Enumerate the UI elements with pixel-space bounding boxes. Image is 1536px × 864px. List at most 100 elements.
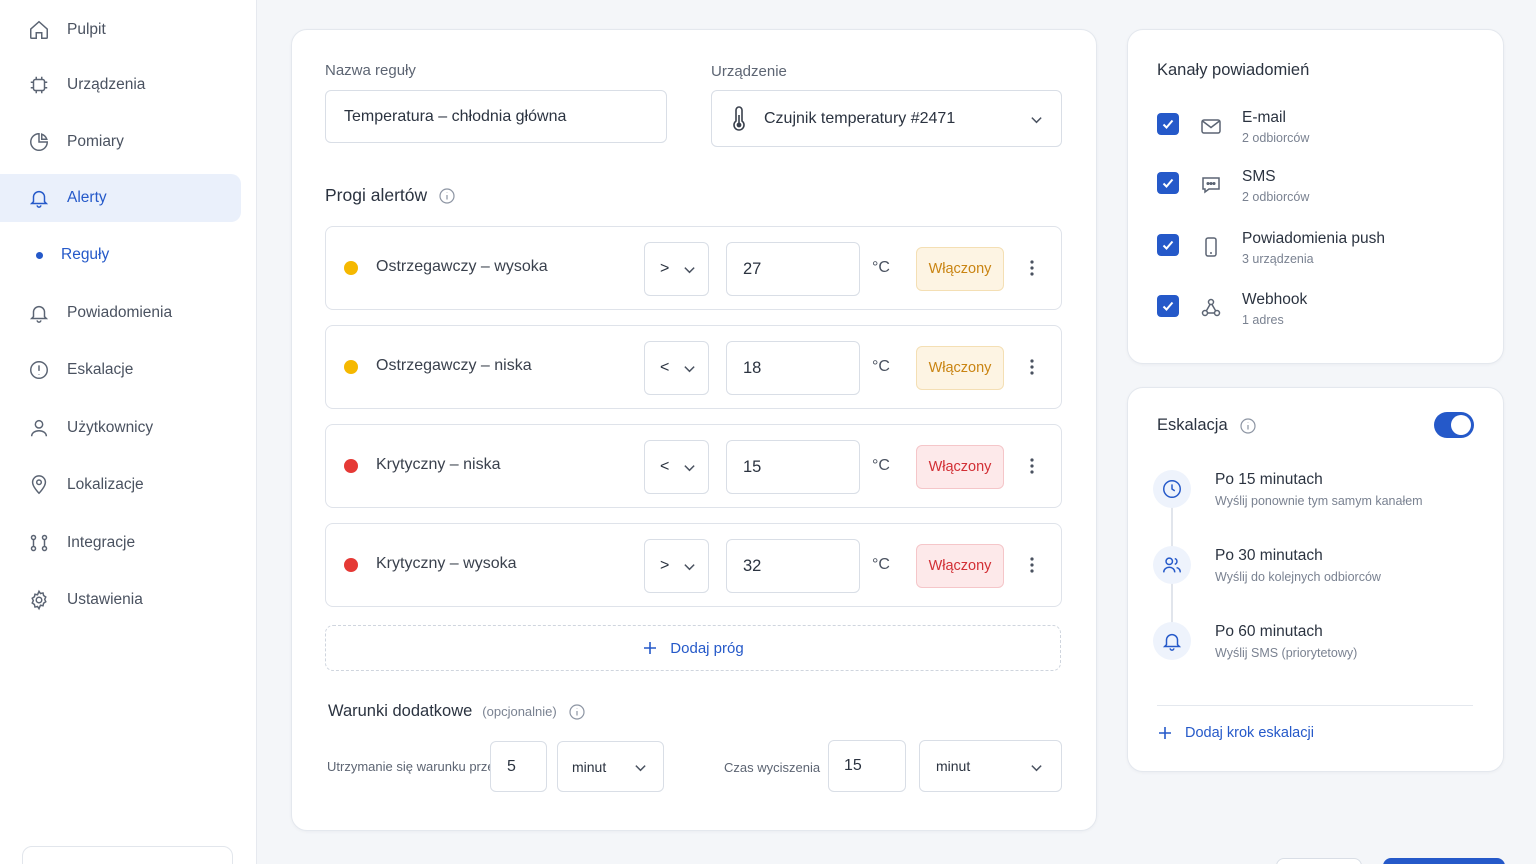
webhook-icon [1199, 296, 1223, 320]
channel-recipients: 3 urządzenia [1242, 252, 1314, 266]
sms-checkbox[interactable] [1157, 172, 1179, 194]
users-icon [1153, 546, 1191, 584]
hold-duration-label: Utrzymanie się warunku przez [327, 759, 502, 774]
threshold-value: 32 [743, 556, 762, 575]
device-select[interactable]: Czujnik temperatury #2471 [711, 90, 1062, 147]
sidebar-item-lokalizacje[interactable]: Lokalizacje [0, 461, 241, 509]
sidebar-item-pulpit[interactable]: Pulpit [0, 6, 241, 54]
optional-label: (opcjonalnie) [482, 704, 557, 719]
chevron-down-icon [683, 461, 696, 474]
more-options-icon[interactable] [1026, 455, 1038, 477]
add-threshold-button[interactable]: Dodaj próg [325, 625, 1061, 671]
sidebar-item-alerty[interactable]: Alerty [0, 174, 241, 222]
status-toggle-button[interactable]: Włączony [916, 445, 1004, 489]
hold-duration-input[interactable]: 5 [490, 741, 547, 792]
mute-duration-value: 15 [844, 757, 862, 774]
user-icon [28, 417, 50, 439]
more-options-icon[interactable] [1026, 356, 1038, 378]
escalation-toggle[interactable] [1434, 412, 1474, 438]
escalation-title-text: Eskalacja [1157, 416, 1228, 434]
hold-unit-select[interactable]: minut [557, 741, 664, 792]
more-options-icon[interactable] [1026, 554, 1038, 576]
info-icon[interactable] [569, 703, 585, 720]
chevron-down-icon [634, 761, 647, 774]
sidebar-item-powiadomienia[interactable]: Powiadomienia [0, 289, 241, 337]
bell-icon [28, 187, 50, 209]
operator-select[interactable]: > [644, 242, 709, 296]
home-icon [28, 19, 50, 41]
sidebar-item-label: Pomiary [67, 133, 124, 150]
more-options-icon[interactable] [1026, 257, 1038, 279]
threshold-name: Ostrzegawczy – wysoka [376, 258, 548, 275]
sidebar-item-uzytkownicy[interactable]: Użytkownicy [0, 404, 241, 452]
bell-icon [28, 302, 50, 324]
threshold-row: Krytyczny – wysoka > 32 °C Włączony [325, 523, 1062, 607]
threshold-value-input[interactable]: 32 [726, 539, 860, 593]
channel-name: E-mail [1242, 109, 1286, 126]
secondary-action-button[interactable] [1276, 858, 1362, 864]
threshold-value-input[interactable]: 15 [726, 440, 860, 494]
unit-label: °C [872, 556, 890, 573]
channels-title: Kanały powiadomień [1157, 61, 1310, 79]
operator-value: < [660, 359, 670, 376]
channel-name: Powiadomienia push [1242, 230, 1386, 247]
mute-duration-label: Czas wyciszenia [724, 760, 821, 775]
sidebar-item-integracje[interactable]: Integracje [0, 519, 241, 567]
sidebar-item-label: Ustawienia [67, 591, 143, 608]
escalation-step-title: Po 15 minutach [1215, 471, 1323, 488]
status-toggle-button[interactable]: Włączony [916, 247, 1004, 291]
sidebar-item-label: Eskalacje [67, 361, 134, 378]
sidebar-item-urzadzenia[interactable]: Urządzenia [0, 61, 241, 109]
threshold-value-input[interactable]: 27 [726, 242, 860, 296]
escalation-divider [1157, 705, 1473, 706]
sidebar-item-eskalacje[interactable]: Eskalacje [0, 346, 241, 394]
sidebar-item-label: Urządzenia [67, 76, 146, 93]
sidebar-item-ustawienia[interactable]: Ustawienia [0, 576, 241, 624]
sidebar-item-label: Pulpit [67, 21, 106, 38]
primary-action-button[interactable] [1383, 858, 1505, 864]
pie-chart-icon [28, 131, 50, 153]
rule-name-input[interactable]: Temperatura – chłodnia główna [325, 90, 667, 143]
sidebar-item-label: Reguły [61, 246, 110, 263]
sidebar: Pulpit Urządzenia Pomiary Alerty Reguły … [0, 0, 257, 864]
channel-recipients: 2 odbiorców [1242, 190, 1310, 204]
mute-unit-select[interactable]: minut [919, 740, 1062, 792]
mute-duration-input[interactable]: 15 [828, 740, 906, 792]
unit-label: °C [872, 259, 890, 276]
info-icon[interactable] [439, 187, 455, 204]
threshold-value-input[interactable]: 18 [726, 341, 860, 395]
status-toggle-button[interactable]: Włączony [916, 346, 1004, 390]
channel-sms: SMS 2 odbiorców [1157, 168, 1477, 212]
plus-icon [642, 640, 658, 656]
threshold-value: 27 [743, 259, 762, 278]
channel-recipients: 2 odbiorców [1242, 131, 1310, 145]
push-checkbox[interactable] [1157, 234, 1179, 256]
toggle-knob [1451, 415, 1471, 435]
threshold-row: Ostrzegawczy – niska < 18 °C Włączony [325, 325, 1062, 409]
operator-select[interactable]: < [644, 341, 709, 395]
status-toggle-button[interactable]: Włączony [916, 544, 1004, 588]
webhook-checkbox[interactable] [1157, 295, 1179, 317]
channel-recipients: 1 adres [1242, 313, 1284, 327]
email-checkbox[interactable] [1157, 113, 1179, 135]
escalation-step-title: Po 30 minutach [1215, 547, 1323, 564]
info-icon[interactable] [1240, 417, 1256, 434]
channel-email: E-mail 2 odbiorców [1157, 109, 1477, 153]
add-escalation-step-label: Dodaj krok eskalacji [1185, 725, 1314, 741]
chevron-down-icon [683, 362, 696, 375]
escalation-step-title: Po 60 minutach [1215, 623, 1323, 640]
chevron-down-icon [1030, 761, 1043, 774]
operator-select[interactable]: > [644, 539, 709, 593]
add-escalation-step-button[interactable]: Dodaj krok eskalacji [1157, 725, 1314, 741]
threshold-row: Ostrzegawczy – wysoka > 27 °C Włączony [325, 226, 1062, 310]
unit-label: °C [872, 457, 890, 474]
add-threshold-label: Dodaj próg [670, 639, 744, 657]
operator-select[interactable]: < [644, 440, 709, 494]
sidebar-item-label: Alerty [67, 189, 107, 206]
sidebar-item-reguly[interactable]: Reguły [0, 231, 241, 279]
dot-icon [36, 251, 43, 259]
escalation-step-desc: Wyślij SMS (priorytetowy) [1215, 646, 1358, 660]
operator-value: > [660, 260, 670, 277]
chevron-down-icon [683, 263, 696, 276]
sidebar-item-pomiary[interactable]: Pomiary [0, 118, 241, 166]
